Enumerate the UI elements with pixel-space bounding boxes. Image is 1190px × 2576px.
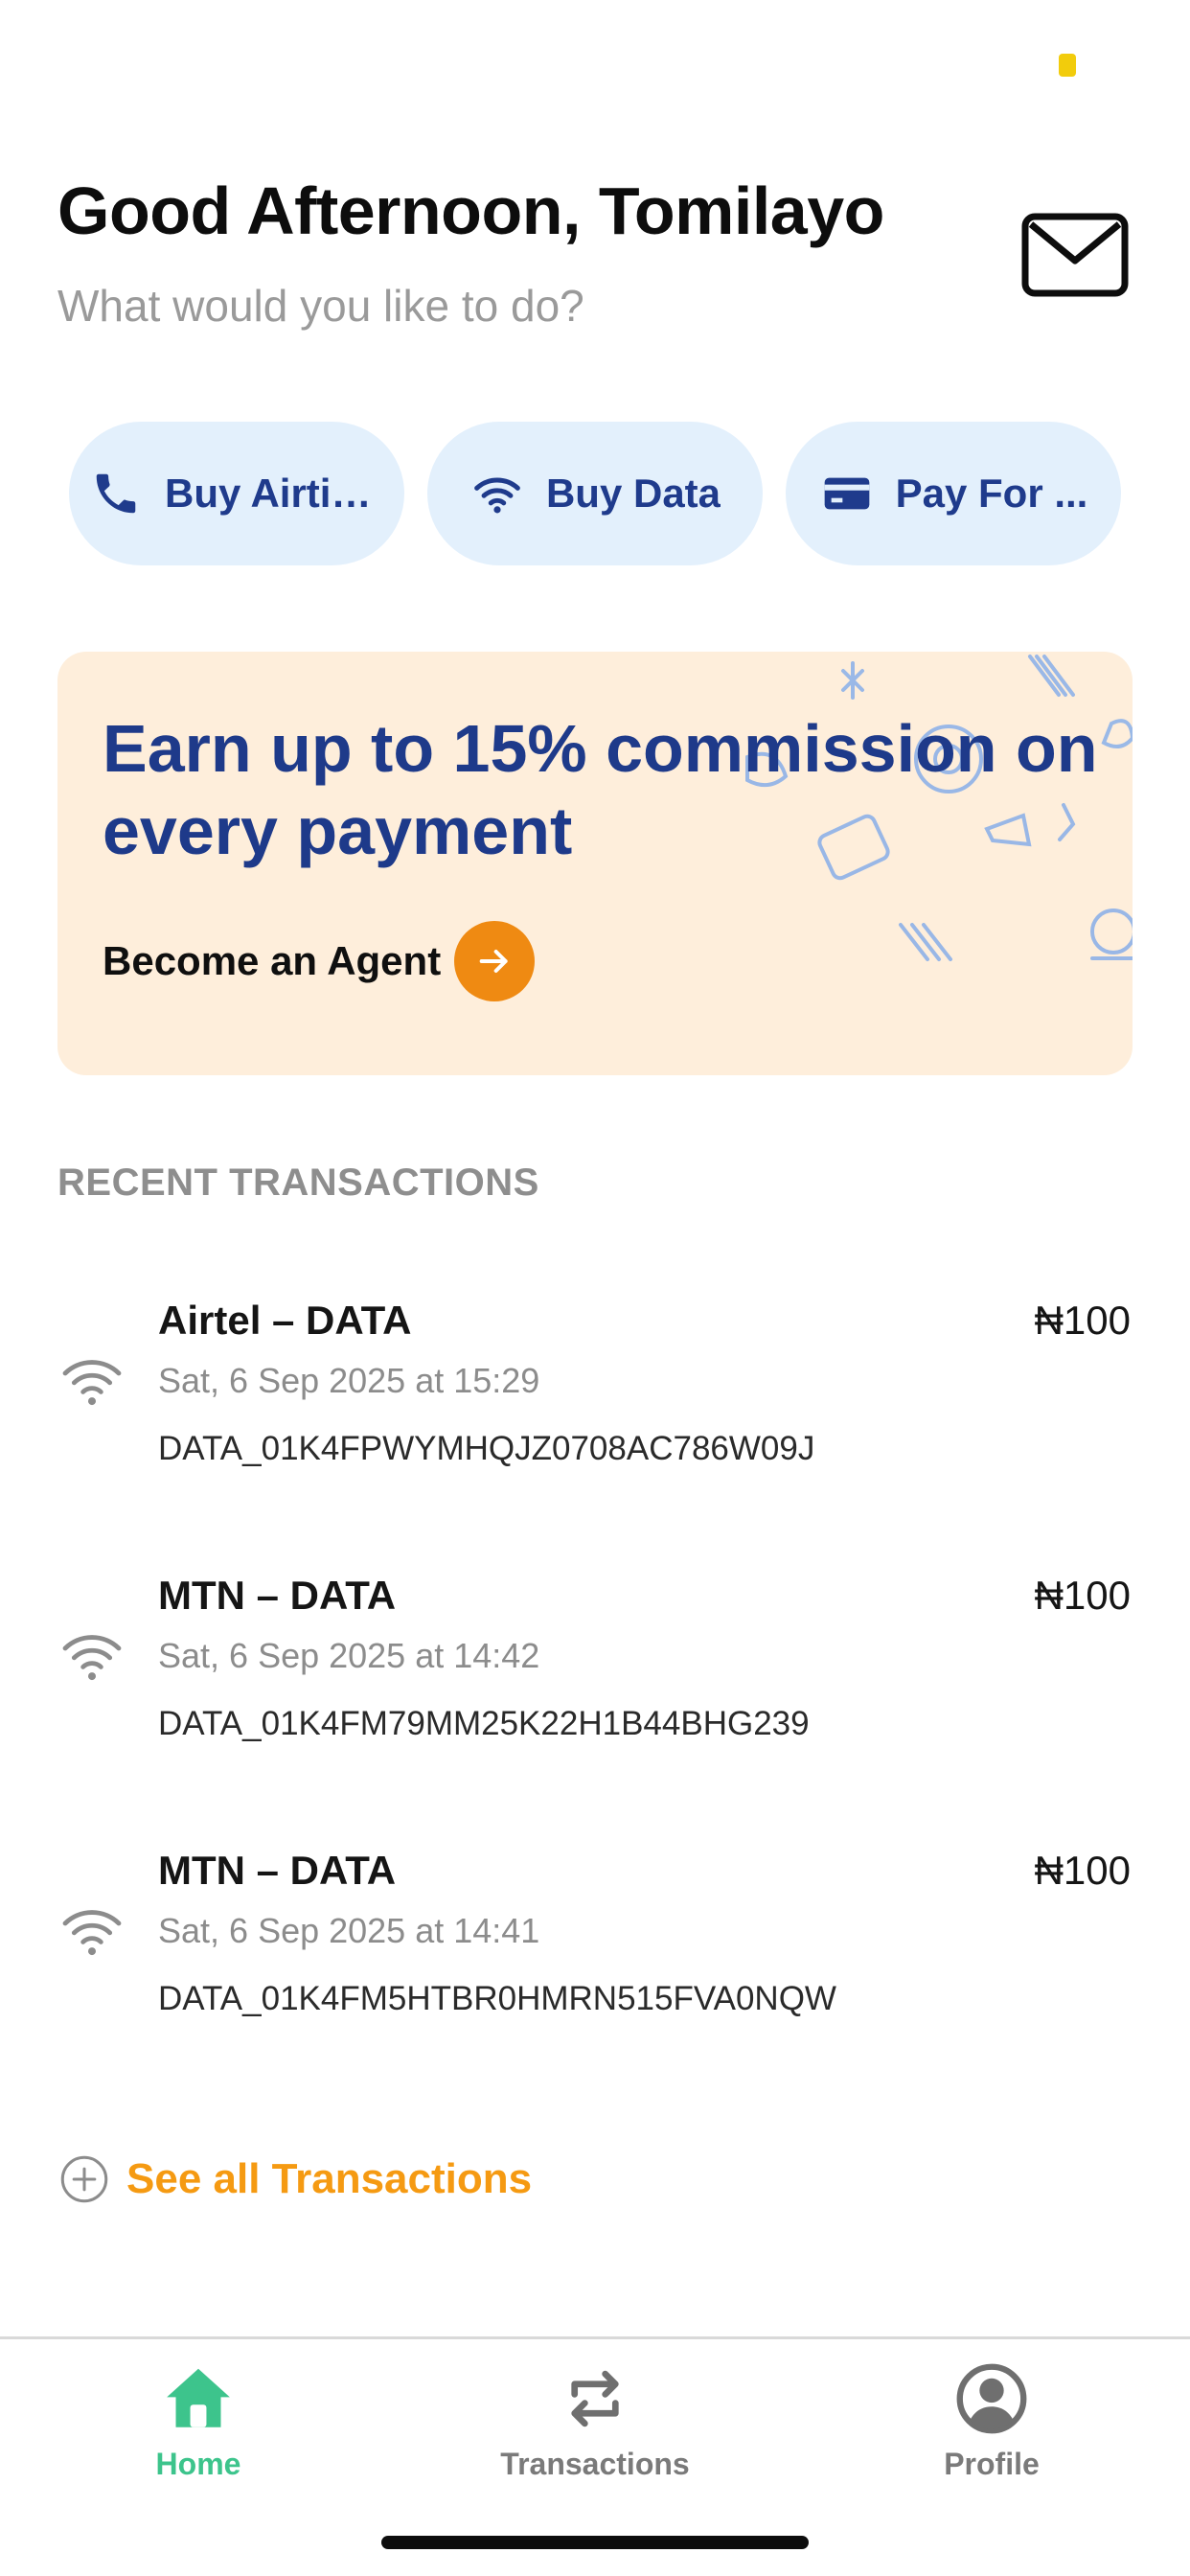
transaction-row[interactable]: Airtel – DATA ₦100 Sat, 6 Sep 2025 at 15… [0,1284,1190,1559]
transaction-reference: DATA_01K4FM79MM25K22H1B44BHG239 [158,1705,810,1742]
home-icon [160,2360,237,2437]
tab-profile[interactable]: Profile [848,2360,1135,2504]
wifi-icon [61,1354,123,1408]
arrow-right-icon[interactable] [454,921,536,1001]
transaction-title: MTN – DATA [158,1848,397,1893]
transaction-date: Sat, 6 Sep 2025 at 14:41 [158,1911,540,1950]
tab-home[interactable]: Home [55,2360,342,2504]
transaction-date: Sat, 6 Sep 2025 at 14:42 [158,1636,540,1675]
repeat-icon [557,2360,633,2437]
transaction-amount: ₦100 [1034,1848,1131,1893]
greeting-title: Good Afternoon, Tomilayo [57,173,884,248]
card-icon [819,466,875,521]
buy-data-label: Buy Data [545,471,721,516]
agent-promo-banner[interactable]: Earn up to 15% commission on every payme… [57,652,1133,1075]
quick-actions: Buy Airtime Buy Data Pay For ... [69,422,1123,565]
see-all-transactions-label: See all Transactions [126,2155,533,2202]
pay-for-button[interactable]: Pay For ... [786,422,1121,565]
buy-airtime-label: Buy Airtime [165,471,385,516]
transaction-title: Airtel – DATA [158,1298,412,1343]
wifi-icon [61,1629,123,1683]
transaction-reference: DATA_01K4FPWYMHQJZ0708AC786W09J [158,1430,815,1467]
envelope-icon[interactable] [1021,213,1129,297]
tab-transactions-label: Transactions [500,2447,690,2481]
tab-transactions[interactable]: Transactions [451,2360,739,2504]
user-circle-icon [953,2360,1030,2437]
greeting-subtitle: What would you like to do? [57,281,584,331]
transaction-date: Sat, 6 Sep 2025 at 15:29 [158,1361,540,1400]
become-agent-label: Become an Agent [103,938,442,983]
transaction-row[interactable]: MTN – DATA ₦100 Sat, 6 Sep 2025 at 14:42… [0,1559,1190,1834]
phone-icon [88,466,144,521]
tab-home-label: Home [155,2447,241,2481]
transaction-amount: ₦100 [1034,1298,1131,1343]
see-all-transactions-link[interactable]: See all Transactions [59,2152,532,2206]
transaction-title: MTN – DATA [158,1573,397,1618]
transaction-reference: DATA_01K4FM5HTBR0HMRN515FVA0NQW [158,1980,836,2017]
status-indicator-dot [1059,54,1076,77]
wifi-icon [61,1904,123,1958]
home-indicator [381,2536,809,2549]
transaction-amount: ₦100 [1034,1573,1131,1618]
wifi-icon [469,466,525,521]
become-agent-button[interactable]: Become an Agent [103,918,536,1004]
promo-title: Earn up to 15% commission on every payme… [103,711,1098,868]
transactions-list: Airtel – DATA ₦100 Sat, 6 Sep 2025 at 15… [0,1284,1190,2109]
buy-airtime-button[interactable]: Buy Airtime [69,422,404,565]
tab-profile-label: Profile [944,2447,1040,2481]
plus-circle-icon [59,2154,109,2204]
pay-for-label: Pay For ... [895,471,1088,516]
recent-transactions-heading: RECENT TRANSACTIONS [57,1162,539,1204]
buy-data-button[interactable]: Buy Data [427,422,763,565]
transaction-row[interactable]: MTN – DATA ₦100 Sat, 6 Sep 2025 at 14:41… [0,1834,1190,2109]
